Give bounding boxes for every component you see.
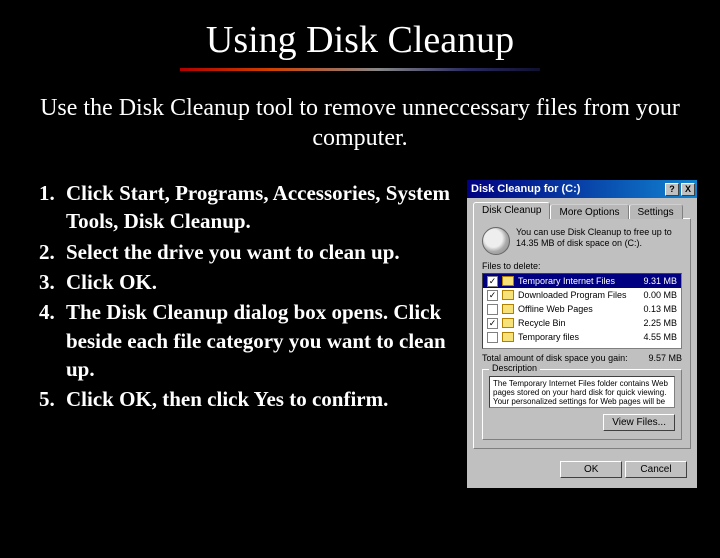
help-button[interactable]: ? [665, 183, 679, 196]
file-item-size: 2.25 MB [643, 318, 677, 328]
dialog-titlebar[interactable]: Disk Cleanup for (C:) ? X [467, 180, 697, 198]
tab-panel: You can use Disk Cleanup to free up to 1… [473, 218, 691, 449]
intro-text: You can use Disk Cleanup to free up to 1… [516, 227, 682, 249]
file-item-name: Downloaded Program Files [518, 290, 639, 300]
folder-icon [502, 276, 514, 286]
folder-icon [502, 290, 514, 300]
tab-disk-cleanup[interactable]: Disk Cleanup [473, 202, 550, 219]
dialog-tabs: Disk Cleanup More Options Settings [467, 198, 697, 219]
instruction-steps: Click Start, Programs, Accessories, Syst… [26, 179, 456, 489]
step-3: Click OK. [60, 268, 456, 296]
file-item-temporary-internet-files[interactable]: ✓ Temporary Internet Files 9.31 MB [483, 274, 681, 288]
total-value: 9.57 MB [648, 353, 682, 363]
step-2: Select the drive you want to clean up. [60, 238, 456, 266]
file-item-name: Temporary files [518, 332, 639, 342]
disk-icon [482, 227, 510, 255]
checkbox-icon[interactable]: ✓ [487, 318, 498, 329]
page-title: Using Disk Cleanup [0, 18, 720, 62]
checkbox-icon[interactable]: ✓ [487, 276, 498, 287]
total-row: Total amount of disk space you gain: 9.5… [482, 353, 682, 363]
tab-more-options[interactable]: More Options [550, 204, 628, 219]
step-5: Click OK, then click Yes to confirm. [60, 385, 456, 413]
checkbox-icon[interactable] [487, 304, 498, 315]
total-label: Total amount of disk space you gain: [482, 353, 648, 363]
folder-icon [502, 318, 514, 328]
description-text: The Temporary Internet Files folder cont… [489, 376, 675, 408]
cancel-button[interactable]: Cancel [625, 461, 687, 478]
file-item-name: Recycle Bin [518, 318, 639, 328]
files-to-delete-label: Files to delete: [482, 261, 682, 271]
folder-icon [502, 332, 514, 342]
subtitle: Use the Disk Cleanup tool to remove unne… [34, 93, 686, 153]
step-4: The Disk Cleanup dialog box opens. Click… [60, 298, 456, 383]
description-group: Description The Temporary Internet Files… [482, 369, 682, 440]
title-divider [180, 68, 540, 71]
description-legend: Description [489, 363, 540, 373]
folder-icon [502, 304, 514, 314]
file-item-offline-web-pages[interactable]: Offline Web Pages 0.13 MB [483, 302, 681, 316]
intro-row: You can use Disk Cleanup to free up to 1… [482, 227, 682, 255]
file-item-downloaded-program-files[interactable]: ✓ Downloaded Program Files 0.00 MB [483, 288, 681, 302]
close-button[interactable]: X [681, 183, 695, 196]
view-files-button[interactable]: View Files... [603, 414, 675, 431]
file-item-name: Offline Web Pages [518, 304, 639, 314]
file-item-temporary-files[interactable]: Temporary files 4.55 MB [483, 330, 681, 344]
file-item-size: 0.00 MB [643, 290, 677, 300]
file-item-size: 9.31 MB [643, 276, 677, 286]
files-listbox[interactable]: ✓ Temporary Internet Files 9.31 MB ✓ Dow… [482, 273, 682, 349]
file-item-recycle-bin[interactable]: ✓ Recycle Bin 2.25 MB [483, 316, 681, 330]
checkbox-icon[interactable] [487, 332, 498, 343]
content-area: Click Start, Programs, Accessories, Syst… [0, 179, 720, 489]
dialog-title: Disk Cleanup for (C:) [471, 183, 580, 195]
step-1: Click Start, Programs, Accessories, Syst… [60, 179, 456, 236]
file-item-size: 4.55 MB [643, 332, 677, 342]
file-item-size: 0.13 MB [643, 304, 677, 314]
dialog-footer: OK Cancel [467, 455, 697, 488]
ok-button[interactable]: OK [560, 461, 622, 478]
tab-settings[interactable]: Settings [629, 204, 683, 219]
file-item-name: Temporary Internet Files [518, 276, 639, 286]
checkbox-icon[interactable]: ✓ [487, 290, 498, 301]
disk-cleanup-dialog: Disk Cleanup for (C:) ? X Disk Cleanup M… [466, 179, 698, 489]
